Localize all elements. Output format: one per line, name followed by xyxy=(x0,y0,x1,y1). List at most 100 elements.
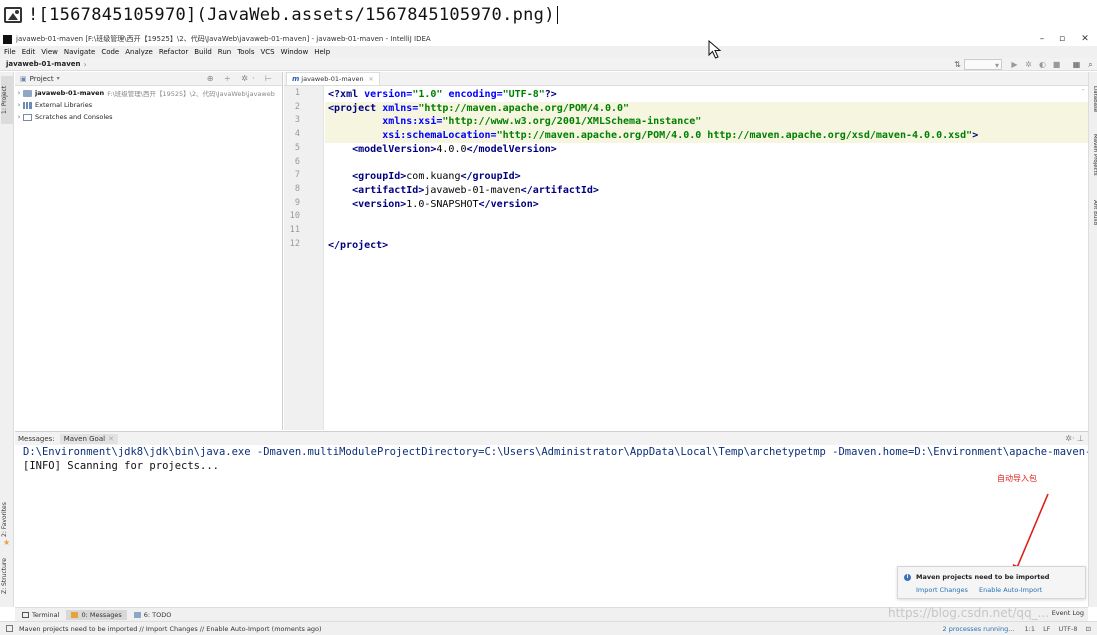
todo-tab-label: 6: TODO xyxy=(143,610,172,619)
messages-tab-label: 0: Messages xyxy=(81,610,122,619)
import-changes-link[interactable]: Import Changes xyxy=(916,586,968,594)
code-line[interactable]: xmlns:xsi="http://www.w3.org/2001/XMLSch… xyxy=(325,115,1088,130)
code-token: </version> xyxy=(478,198,539,210)
run-config-dropdown[interactable]: ▾ xyxy=(964,59,1002,70)
ant-build-tool-tab[interactable]: Ant Build xyxy=(1089,200,1097,236)
run-icon[interactable]: ▶ xyxy=(1009,59,1020,70)
code-line[interactable]: <groupId>com.kuang</groupId> xyxy=(325,170,1088,184)
project-structure-icon[interactable]: ▦ xyxy=(1071,59,1082,70)
code-line[interactable]: <version>1.0-SNAPSHOT</version> xyxy=(325,198,1088,212)
todo-tab[interactable]: 6: TODO xyxy=(129,610,177,620)
breadcrumb[interactable]: javaweb-01-maven xyxy=(6,60,81,68)
code-token: <groupId> xyxy=(352,171,407,183)
code-token: javaweb-01-maven xyxy=(424,184,521,196)
coverage-icon[interactable]: ◐ xyxy=(1037,59,1048,70)
gear-icon[interactable]: ✲· ⊥ xyxy=(1065,432,1084,445)
editor-tab-pom[interactable]: m javaweb-01-maven ✕ xyxy=(286,72,380,85)
chevron-down-icon[interactable]: ▾ xyxy=(57,75,60,82)
menu-navigate[interactable]: Navigate xyxy=(64,48,95,56)
project-tool-tab[interactable]: 1: Project xyxy=(1,76,13,124)
menu-window[interactable]: Window xyxy=(281,48,309,56)
maven-goal-tab[interactable]: Maven Goal ✕ xyxy=(59,433,118,444)
console-line: [INFO] Scanning for projects... xyxy=(23,460,219,472)
menu-refactor[interactable]: Refactor xyxy=(159,48,188,56)
code-token: </modelVersion> xyxy=(466,143,557,155)
code-line[interactable]: </project> xyxy=(325,239,1088,253)
lock-icon[interactable]: ⊡ xyxy=(1086,625,1091,633)
tree-item-path: F:\班级管理\西开【19525】\2、代码\JavaWeb\javaweb xyxy=(107,90,275,98)
code-line[interactable]: <project xmlns="http://maven.apache.org/… xyxy=(325,101,1088,116)
code-line[interactable] xyxy=(325,157,1088,171)
menu-vcs[interactable]: VCS xyxy=(260,48,274,56)
line-number: 5 xyxy=(294,142,300,153)
code-line[interactable]: <modelVersion>4.0.0</modelVersion> xyxy=(325,143,1088,157)
line-number: 4 xyxy=(294,129,300,140)
terminal-tab[interactable]: Terminal xyxy=(17,610,64,620)
menu-edit[interactable]: Edit xyxy=(22,48,36,56)
search-icon[interactable]: ⌕ xyxy=(1085,59,1096,70)
build-icon[interactable]: ⇅ xyxy=(952,59,963,70)
status-indicators: 2 processes running... 1:1 LF UTF-8 ⊡ xyxy=(943,622,1091,635)
menu-tools[interactable]: Tools xyxy=(237,48,254,56)
chevron-right-icon[interactable]: › xyxy=(15,89,23,97)
messages-tab[interactable]: 0: Messages xyxy=(66,609,127,620)
code-token: "http://www.w3.org/2001/XMLSchema-instan… xyxy=(442,116,702,128)
navigation-bar: javaweb-01-maven › ⇅ ▾ ▶ ✲ ◐ ■ ▦ ⌕ xyxy=(0,58,1097,71)
line-separator[interactable]: LF xyxy=(1043,625,1050,633)
close-button[interactable]: ✕ xyxy=(1072,32,1097,46)
menu-analyze[interactable]: Analyze xyxy=(125,48,153,56)
code-token: <project xyxy=(328,102,383,114)
line-number: 10 xyxy=(289,211,300,222)
database-tool-tab[interactable]: Database xyxy=(1089,86,1097,126)
code-token: xmlns:xsi= xyxy=(382,116,443,128)
structure-tool-tab[interactable]: Z: Structure xyxy=(1,552,13,600)
menu-build[interactable]: Build xyxy=(194,48,212,56)
close-icon[interactable]: ✕ xyxy=(369,76,374,83)
right-tool-strip: Database Maven Projects Ant Build xyxy=(1088,72,1097,607)
console-line: D:\Environment\jdk8\jdk\bin\java.exe -Dm… xyxy=(23,446,1088,458)
line-number: 2 xyxy=(294,101,300,112)
code-area[interactable]: <?xml version="1.0" encoding="UTF-8"?> <p… xyxy=(325,86,1088,430)
code-line[interactable]: xsi:schemaLocation="http://maven.apache.… xyxy=(325,129,1088,143)
tree-item-external-libraries[interactable]: › External Libraries xyxy=(15,99,282,111)
project-panel-actions[interactable]: ⊕ ÷ ✲· ⊢ xyxy=(207,72,276,86)
caret-position[interactable]: 1:1 xyxy=(1025,625,1035,633)
chevron-right-icon[interactable]: › xyxy=(15,113,23,121)
maven-projects-tool-tab[interactable]: Maven Projects xyxy=(1089,134,1097,190)
menu-help[interactable]: Help xyxy=(314,48,330,56)
menu-view[interactable]: View xyxy=(41,48,58,56)
tree-item-label: javaweb-01-maven xyxy=(35,89,105,97)
code-line[interactable] xyxy=(325,211,1088,225)
close-icon[interactable]: ✕ xyxy=(108,435,114,443)
favorites-tool-tab[interactable]: 2: Favorites xyxy=(1,496,13,544)
code-line[interactable]: <?xml version="1.0" encoding="UTF-8"?> xyxy=(325,88,1088,102)
file-encoding[interactable]: UTF-8 xyxy=(1059,625,1078,633)
project-panel-title[interactable]: Project xyxy=(30,75,54,83)
line-number: 12 xyxy=(289,238,300,249)
watermark: https://blog.csdn.net/qq_... xyxy=(888,606,1050,620)
menu-code[interactable]: Code xyxy=(101,48,119,56)
processes-running-link[interactable]: 2 processes running... xyxy=(943,625,1015,633)
status-bar: Maven projects need to be imported // Im… xyxy=(0,621,1097,635)
info-icon: i xyxy=(904,574,911,581)
code-token: "http://maven.apache.org/POM/4.0.0 http:… xyxy=(496,130,973,142)
code-token: <artifactId> xyxy=(352,184,425,196)
library-icon xyxy=(23,101,32,109)
tree-item-label: External Libraries xyxy=(35,101,93,109)
scratches-icon xyxy=(23,113,32,121)
tree-item-scratches[interactable]: › Scratches and Consoles xyxy=(15,111,282,123)
enable-auto-import-link[interactable]: Enable Auto-Import xyxy=(979,586,1042,594)
code-line[interactable]: <artifactId>javaweb-01-maven</artifactId… xyxy=(325,184,1088,198)
chevron-right-icon[interactable]: › xyxy=(15,101,23,109)
menu-run[interactable]: Run xyxy=(218,48,231,56)
debug-icon[interactable]: ✲ xyxy=(1023,59,1034,70)
event-log-tab[interactable]: Event Log xyxy=(1052,609,1084,617)
code-line[interactable] xyxy=(325,225,1088,239)
tool-windows-icon[interactable] xyxy=(6,625,13,632)
inspection-indicator[interactable]: ″ xyxy=(1082,88,1085,96)
stop-icon[interactable]: ■ xyxy=(1051,59,1062,70)
menu-file[interactable]: File xyxy=(4,48,16,56)
tree-item-project[interactable]: › javaweb-01-maven F:\班级管理\西开【19525】\2、代… xyxy=(15,87,282,99)
code-token: </project> xyxy=(328,239,389,251)
